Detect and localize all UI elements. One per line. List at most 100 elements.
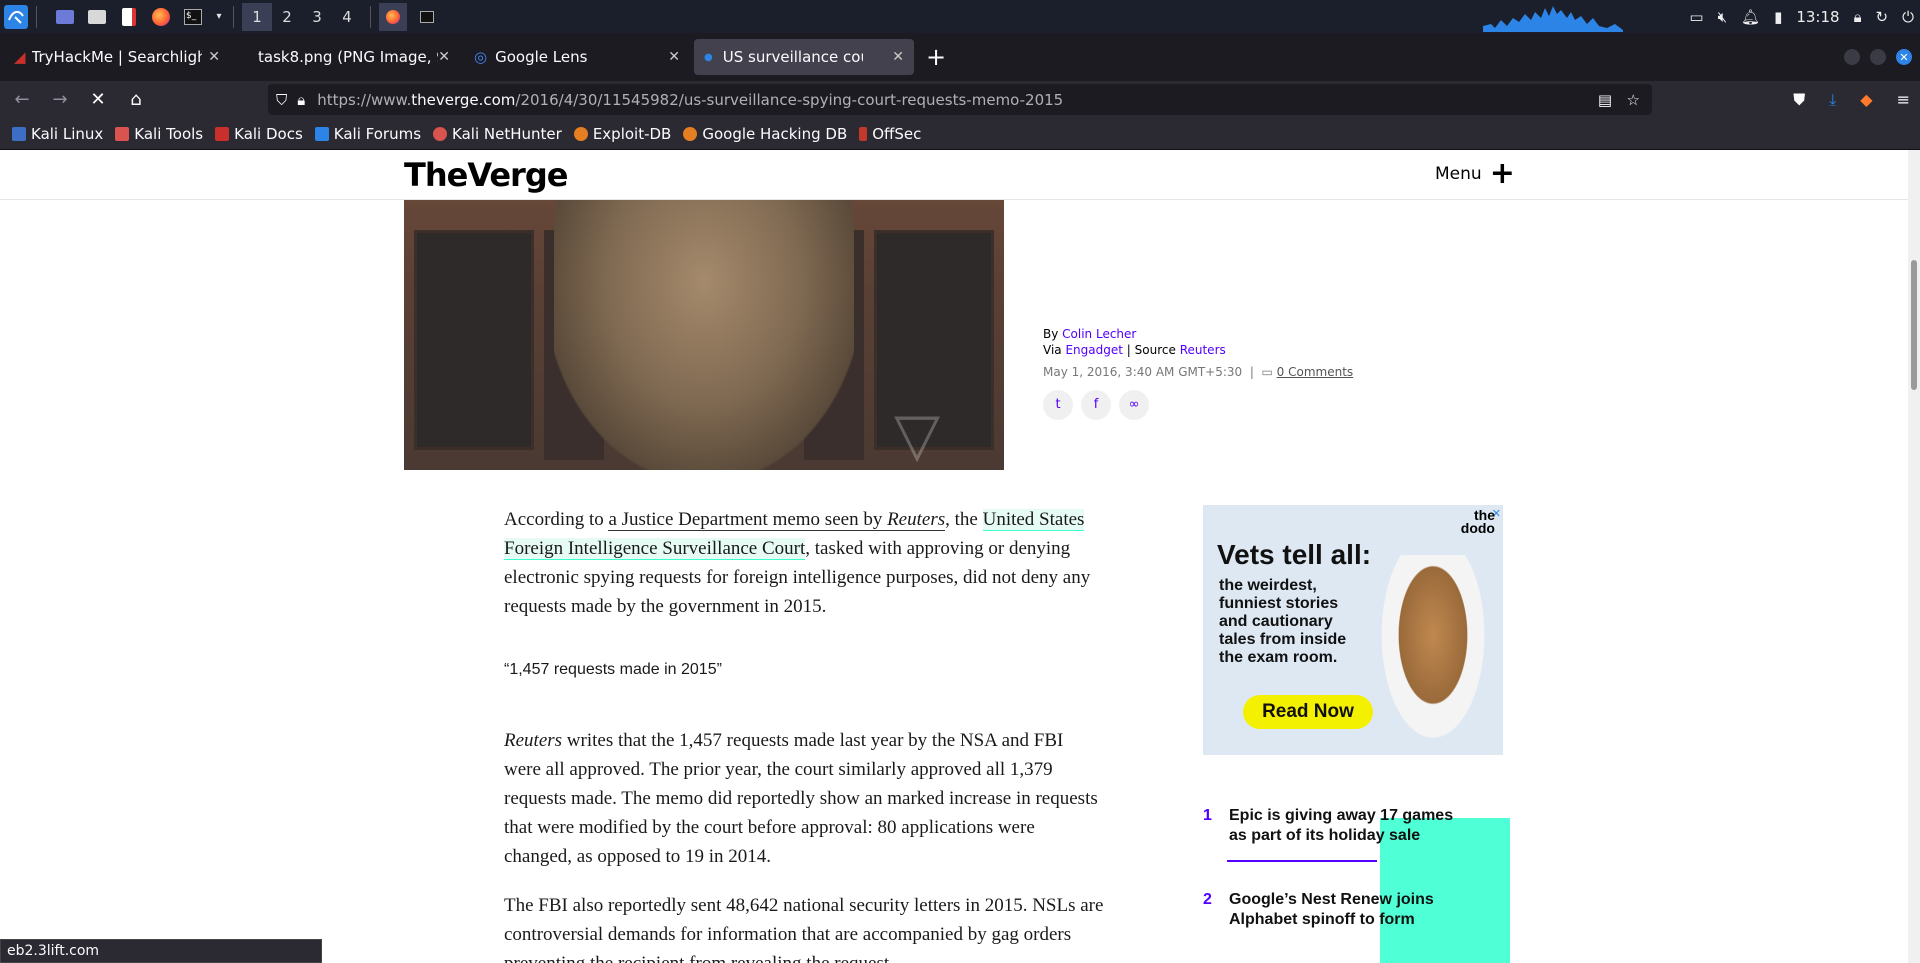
maximize-button[interactable] (1870, 49, 1886, 65)
lock-icon[interactable]: 🔒︎ (1854, 8, 1862, 26)
workspace-1[interactable]: 1 (242, 2, 272, 31)
menu-button[interactable]: Menu + (1435, 159, 1515, 189)
bookmark-kali-forums[interactable]: Kali Forums (314, 124, 422, 143)
source-link[interactable]: Reuters (1180, 343, 1226, 357)
firefox-window-icon[interactable] (379, 2, 407, 31)
tab-title: US surveillance court repo (722, 48, 863, 66)
browser-navbar: ← → ✕ ⌂ ⛉ 🔒︎ https://www. theverge.com/20… (0, 81, 1920, 118)
read-now-button[interactable]: Read Now (1243, 695, 1373, 729)
paragraph-3: The FBI also reportedly sent 48,642 nati… (504, 895, 1104, 963)
power-icon[interactable]: ⏻ (1902, 8, 1914, 26)
bookmark-label: Kali NetHunter (452, 124, 562, 143)
mute-icon[interactable]: 🔇︎ (1718, 8, 1727, 26)
bookmark-kali-tools[interactable]: Kali Tools (115, 125, 203, 143)
downloads-icon[interactable]: ⤓ (1829, 90, 1836, 110)
shield-icon[interactable]: ⛉ (276, 91, 287, 109)
pocket-icon[interactable]: ⛊ (1793, 90, 1805, 110)
kali-tools-icon (115, 126, 130, 141)
page-scrollbar[interactable] (1908, 150, 1920, 963)
link-icon[interactable]: ∞ (1119, 390, 1149, 420)
publish-date: May 1, 2016, 3:40 AM GMT+5:30 (1043, 365, 1243, 379)
stop-loading-icon[interactable]: ✕ (82, 84, 114, 116)
reader-view-icon[interactable]: ▤ (1598, 91, 1612, 109)
chevron-down-icon[interactable]: ▾ (213, 5, 225, 29)
tab-google-lens[interactable]: ◎ Google Lens ✕ (464, 39, 690, 75)
battery-icon[interactable]: ▮ (1774, 8, 1782, 26)
facebook-icon[interactable]: f (1081, 390, 1111, 420)
terminal-window-icon[interactable] (415, 5, 439, 29)
scrollbar-thumb[interactable] (1911, 260, 1917, 390)
hamburger-menu-icon[interactable]: ≡ (1897, 90, 1910, 110)
exploit-db-icon (573, 126, 588, 141)
network-graph-icon (1483, 6, 1623, 32)
forward-arrow-icon[interactable]: → (44, 84, 76, 116)
comments-link[interactable]: 0 Comments (1277, 365, 1354, 379)
source-label: | Source (1126, 343, 1176, 357)
desktop-icon[interactable] (53, 5, 77, 29)
window-controls: ✕ (1844, 49, 1912, 65)
divider (1227, 860, 1377, 862)
lock-icon[interactable]: 🔒︎ (297, 91, 305, 109)
bookmark-label: Kali Forums (333, 124, 422, 143)
file-manager-icon[interactable] (85, 5, 109, 29)
ad-body: the weirdest, funniest stories and cauti… (1219, 577, 1347, 666)
extension-fox-icon[interactable]: ◆ (1860, 90, 1872, 110)
close-icon[interactable]: ✕ (438, 49, 450, 65)
close-icon[interactable]: ✕ (892, 49, 904, 65)
twitter-icon[interactable]: t (1043, 390, 1073, 420)
workspace-2[interactable]: 2 (272, 3, 302, 31)
os-taskbar: $_ ▾ 1 2 3 4 ▭ 🔇︎ 🔔︎ ▮ 13:18 🔒︎ ↻ ⏻ (0, 0, 1920, 33)
close-window-button[interactable]: ✕ (1896, 49, 1912, 65)
tab-task8-png[interactable]: task8.png (PNG Image, 915 × ✕ (234, 39, 460, 75)
bookmark-label: Kali Tools (134, 124, 204, 143)
bookmark-offsec[interactable]: OffSec (859, 125, 921, 143)
minimize-button[interactable] (1844, 49, 1860, 65)
bookmark-kali-docs[interactable]: Kali Docs (215, 125, 303, 143)
bookmark-label: OffSec (872, 124, 922, 143)
list-number: 1 (1203, 807, 1212, 824)
back-arrow-icon[interactable]: ← (6, 84, 38, 116)
kali-menu-icon[interactable] (4, 4, 28, 29)
display-icon[interactable]: ▭ (1689, 8, 1703, 26)
browser-tab-strip: ◢ TryHackMe | Searchlight - ✕ task8.png … (0, 33, 1920, 81)
bookmark-kali-nethunter[interactable]: Kali NetHunter (433, 125, 562, 143)
firefox-icon[interactable] (149, 5, 173, 29)
author-link[interactable]: Colin Lecher (1062, 327, 1136, 341)
terminal-icon[interactable]: $_ (181, 5, 205, 29)
clock[interactable]: 13:18 (1796, 8, 1839, 26)
bookmark-label: Exploit-DB (592, 124, 672, 143)
kali-linux-icon (12, 126, 26, 141)
brand-text: dodo (1460, 520, 1495, 536)
bell-icon[interactable]: 🔔︎ (1741, 8, 1760, 26)
text-em: Reuters (504, 730, 563, 751)
text-editor-icon[interactable] (117, 5, 141, 29)
tab-tryhackme[interactable]: ◢ TryHackMe | Searchlight - ✕ (4, 39, 230, 75)
home-icon[interactable]: ⌂ (120, 84, 152, 116)
workspace-3[interactable]: 3 (302, 3, 332, 31)
offsec-icon (859, 126, 868, 141)
close-icon[interactable]: ✕ (208, 49, 220, 65)
the-verge-logo[interactable]: TheVerge (404, 156, 568, 194)
workspace-4[interactable]: 4 (332, 3, 362, 31)
tab-title: task8.png (PNG Image, 915 × (258, 48, 438, 66)
url-bar[interactable]: ⛉ 🔒︎ https://www. theverge.com/2016/4/30/… (268, 84, 1652, 115)
close-icon[interactable]: ✕ (668, 49, 680, 65)
new-tab-button[interactable]: + (926, 43, 946, 71)
advertisement[interactable]: ✕ the dodo Vets tell all: the weirdest, f… (1203, 505, 1503, 755)
justice-memo-link[interactable]: a Justice Department memo seen by Reuter… (608, 509, 946, 531)
list-item[interactable]: 1 Epic is giving away 17 games as part o… (1203, 806, 1513, 846)
bookmark-google-hacking-db[interactable]: Google Hacking DB (683, 125, 847, 143)
link-text: a Justice Department memo seen by (608, 509, 888, 530)
bookmark-exploit-db[interactable]: Exploit-DB (573, 124, 672, 143)
toolbar-right: ⛊ ⤓ ◆ ≡ (1793, 90, 1910, 110)
tab-us-surveillance[interactable]: ● US surveillance court repo ✕ (694, 39, 914, 75)
loading-dot-icon: ● (704, 51, 713, 63)
bookmark-kali-linux[interactable]: Kali Linux (12, 125, 103, 143)
list-item[interactable]: 2 Google’s Nest Renew joins Alphabet spi… (1203, 890, 1513, 930)
pull-quote: “1,457 requests made in 2015” (504, 661, 722, 678)
refresh-icon[interactable]: ↻ (1876, 8, 1889, 26)
paragraph-1: According to a Justice Department memo s… (504, 505, 1104, 621)
bookmark-star-icon[interactable]: ☆ (1627, 91, 1640, 109)
via-link[interactable]: Engadget (1065, 343, 1122, 357)
kali-forums-icon (314, 126, 329, 141)
